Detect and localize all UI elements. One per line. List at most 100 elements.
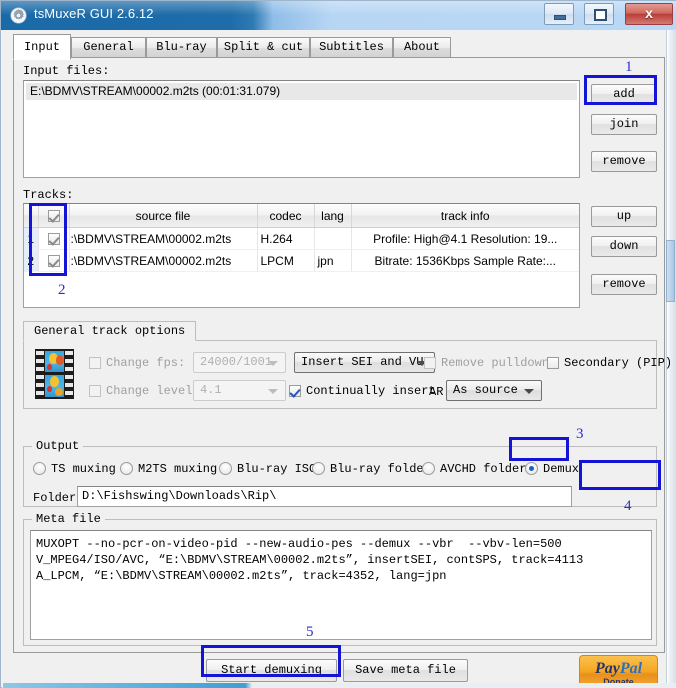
sei-vui-select[interactable]: Insert SEI and VUI — [294, 352, 435, 373]
track-checkbox[interactable] — [47, 255, 60, 268]
general-track-options-group: General track options Change fps: 24000/… — [23, 321, 672, 409]
general-track-options-title[interactable]: General track options — [23, 321, 197, 341]
meta-line: A_LPCM, “E:\BDMV\STREAM\00002.m2ts”, tra… — [36, 569, 447, 583]
tab-general[interactable]: General — [71, 37, 146, 58]
remove-pulldown-checkbox[interactable] — [424, 356, 436, 369]
save-meta-file-button[interactable]: Save meta file — [343, 659, 468, 682]
continually-insert-checkbox-row[interactable]: Continually insert — [289, 384, 436, 398]
select-all-checkbox[interactable] — [47, 210, 60, 223]
secondary-pip-checkbox-row[interactable]: Secondary (PIP) — [547, 356, 672, 370]
radio-ts-muxing[interactable]: TS muxing — [33, 462, 116, 476]
header-source-file[interactable]: source file — [69, 204, 258, 228]
cell-source-file: E:\BDMV\STREAM\00002.m2ts — [69, 227, 258, 250]
radio-avchd-folder[interactable]: AVCHD folder — [422, 462, 526, 476]
tab-input[interactable]: Input — [13, 34, 71, 60]
radio-label: M2TS muxing — [138, 462, 218, 476]
annotation-number-4: 4 — [624, 498, 632, 514]
folder-label: Folder — [33, 491, 77, 505]
level-select[interactable]: 4.1 — [193, 380, 286, 401]
move-up-button[interactable]: up — [591, 206, 657, 227]
maximize-button[interactable] — [584, 3, 615, 25]
minimize-icon — [553, 15, 566, 20]
radio-label: TS muxing — [51, 462, 116, 476]
radio-label: Demux — [543, 462, 580, 476]
list-item[interactable]: E:\BDMV\STREAM\00002.m2ts (00:01:31.079) — [26, 83, 577, 100]
move-down-button[interactable]: down — [591, 236, 657, 257]
header-select-all[interactable] — [38, 204, 70, 228]
row-checkbox-cell[interactable] — [38, 249, 70, 272]
change-level-checkbox-row[interactable]: Change level: — [89, 384, 200, 398]
cell-codec: LPCM — [257, 249, 315, 272]
cell-codec: H.264 — [257, 227, 315, 250]
row-number: 2 — [24, 249, 39, 272]
change-fps-checkbox[interactable] — [89, 356, 101, 369]
film-perforations-left — [36, 349, 44, 399]
header-rownum — [24, 204, 39, 228]
tab-split-cut[interactable]: Split & cut — [217, 37, 310, 58]
paypal-pal-text: Pal — [619, 660, 643, 677]
start-demuxing-button[interactable]: Start demuxing — [206, 659, 337, 682]
radio-bluray-iso[interactable]: Blu-ray ISO — [219, 462, 316, 476]
cell-lang — [314, 227, 352, 250]
meta-file-textarea[interactable]: MUXOPT --no-pcr-on-video-pid --new-audio… — [30, 530, 652, 640]
tab-subtitles[interactable]: Subtitles — [310, 37, 393, 58]
annotation-number-5: 5 — [306, 624, 314, 640]
application-window: tsMuxeR GUI 2.6.12 x Input General Blu-r… — [0, 0, 676, 688]
sei-vui-value: Insert SEI and VUI — [301, 355, 431, 369]
close-button[interactable]: x — [625, 3, 673, 25]
secondary-pip-label: Secondary (PIP) — [564, 356, 673, 370]
add-button[interactable]: add — [591, 84, 657, 105]
secondary-pip-checkbox[interactable] — [547, 356, 559, 369]
ar-value: As source — [453, 383, 518, 397]
scrollbar-thumb[interactable] — [666, 240, 675, 302]
fps-select[interactable]: 24000/1001 — [193, 352, 286, 373]
radio-icon[interactable] — [120, 462, 133, 476]
header-lang[interactable]: lang — [314, 204, 352, 228]
table-row[interactable]: 1 E:\BDMV\STREAM\00002.m2ts H.264 Profil… — [24, 227, 579, 250]
header-codec[interactable]: codec — [257, 204, 315, 228]
radio-icon[interactable] — [525, 462, 538, 476]
radio-icon[interactable] — [33, 462, 46, 476]
radio-m2ts-muxing[interactable]: M2TS muxing — [120, 462, 217, 476]
radio-bluray-folder[interactable]: Blu-ray folder — [312, 462, 431, 476]
chevron-down-icon — [268, 389, 278, 394]
table-row[interactable]: 2 E:\BDMV\STREAM\00002.m2ts LPCM jpn Bit… — [24, 249, 579, 272]
remove-input-button[interactable]: remove — [591, 151, 657, 172]
radio-icon[interactable] — [312, 462, 325, 476]
close-icon: x — [645, 5, 653, 21]
window-title: tsMuxeR GUI 2.6.12 — [34, 6, 154, 21]
output-group: Output TS muxing M2TS muxing Blu-ray ISO… — [23, 439, 657, 507]
chevron-down-icon — [524, 389, 534, 394]
tracks-label: Tracks: — [23, 188, 74, 202]
table-header-row: source file codec lang track info — [24, 204, 579, 228]
change-level-label: Change level: — [106, 384, 200, 398]
paypal-pay-text: Pay — [594, 660, 620, 677]
radio-icon[interactable] — [422, 462, 435, 476]
remove-track-button[interactable]: remove — [591, 274, 657, 295]
row-number: 1 — [24, 227, 39, 250]
change-level-checkbox[interactable] — [89, 384, 101, 397]
minimize-button[interactable] — [543, 3, 574, 25]
change-fps-checkbox-row[interactable]: Change fps: — [89, 356, 185, 370]
radio-demux[interactable]: Demux — [525, 462, 579, 476]
track-checkbox[interactable] — [47, 233, 60, 246]
input-files-list[interactable]: E:\BDMV\STREAM\00002.m2ts (00:01:31.079) — [23, 80, 580, 178]
window-controls: x — [543, 3, 673, 25]
remove-pulldown-checkbox-row[interactable]: Remove pulldown — [424, 356, 549, 370]
chevron-down-icon — [268, 361, 278, 366]
tab-bluray[interactable]: Blu-ray — [146, 37, 217, 58]
film-strip-icon — [35, 349, 74, 399]
ar-select[interactable]: As source — [446, 380, 542, 401]
status-strip — [3, 683, 676, 688]
row-checkbox-cell[interactable] — [38, 227, 70, 250]
continually-insert-checkbox[interactable] — [289, 384, 301, 397]
film-frame-bottom — [45, 375, 64, 397]
radio-icon[interactable] — [219, 462, 232, 476]
tab-about[interactable]: About — [393, 37, 451, 58]
output-folder-input[interactable]: D:\Fishswing\Downloads\Rip\ — [77, 486, 572, 507]
tracks-table[interactable]: source file codec lang track info 1 E:\B… — [23, 203, 580, 308]
join-button[interactable]: join — [591, 114, 657, 135]
header-track-info[interactable]: track info — [351, 204, 579, 228]
annotation-number-3: 3 — [576, 426, 584, 442]
input-tab-panel: Input files: E:\BDMV\STREAM\00002.m2ts (… — [13, 57, 672, 653]
